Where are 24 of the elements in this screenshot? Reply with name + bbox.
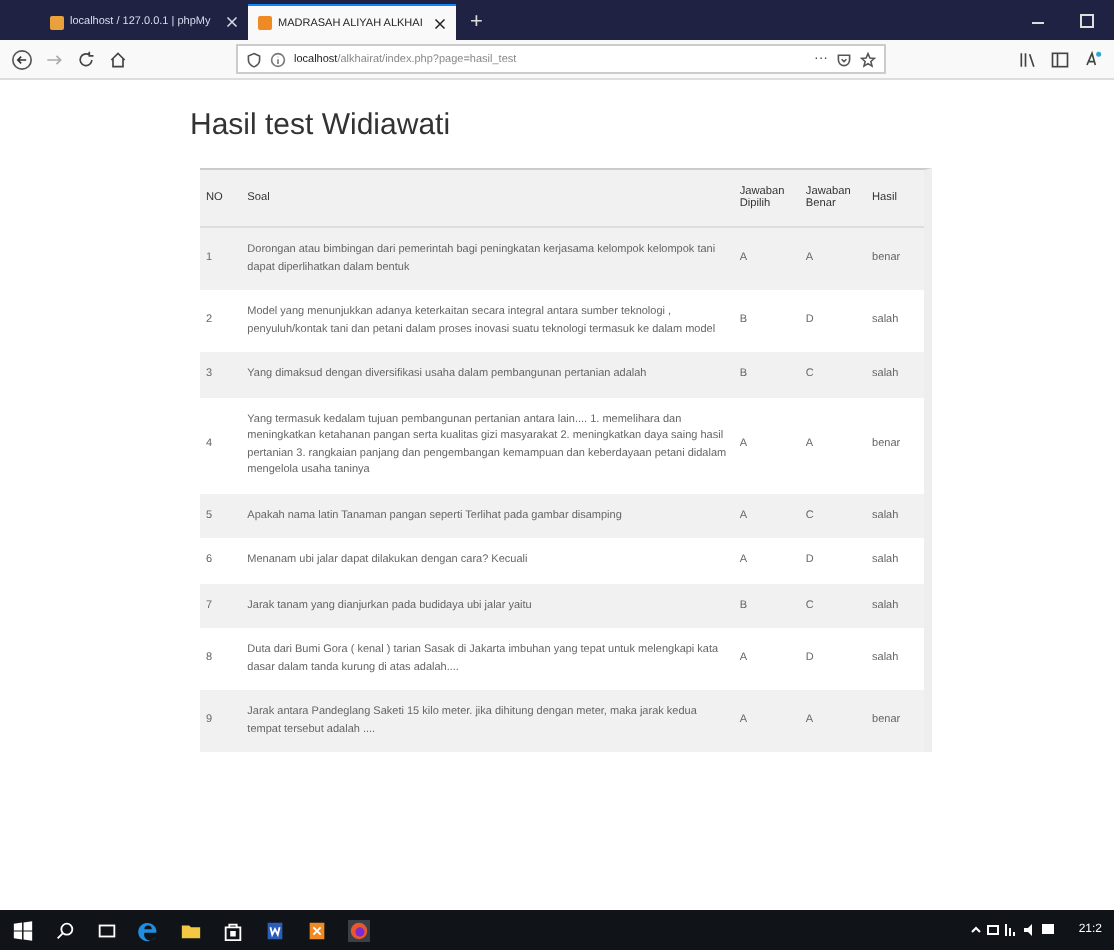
page-title: Hasil test Widiawati xyxy=(190,108,453,144)
reload-icon[interactable] xyxy=(76,49,96,69)
shield-icon xyxy=(246,51,262,67)
app-tile-icon[interactable] xyxy=(306,919,328,941)
search-icon[interactable] xyxy=(54,919,76,941)
edge-browser-icon[interactable] xyxy=(138,919,160,941)
close-icon[interactable] xyxy=(434,17,446,29)
info-icon xyxy=(270,51,286,67)
star-icon[interactable] xyxy=(860,51,876,67)
system-tray-icons[interactable] xyxy=(970,920,1059,940)
home-icon[interactable] xyxy=(108,49,128,69)
pocket-icon[interactable] xyxy=(836,51,852,67)
extension-icon[interactable] xyxy=(1082,49,1102,69)
store-bag-icon[interactable] xyxy=(222,919,244,941)
windows-start-icon[interactable] xyxy=(12,919,34,941)
favicon-icon xyxy=(258,16,272,30)
new-tab-button[interactable]: + xyxy=(456,4,497,40)
task-view-icon[interactable] xyxy=(96,919,118,941)
sidebar-icon[interactable] xyxy=(1050,49,1070,69)
library-icon[interactable] xyxy=(1018,49,1038,69)
word-document-icon[interactable] xyxy=(264,919,286,941)
back-icon[interactable] xyxy=(12,49,32,69)
favicon-icon xyxy=(50,15,64,29)
maximize-icon[interactable] xyxy=(1080,14,1094,28)
